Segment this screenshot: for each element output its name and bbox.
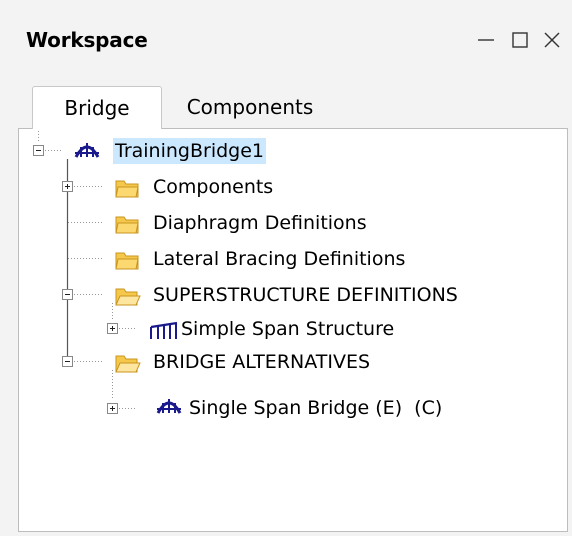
tree-node-simple-span-structure[interactable]: Simple Span Structure [181,316,394,342]
expander-components[interactable] [62,181,73,192]
open-folder-icon [115,288,141,306]
tree-node-diaphragm-definitions[interactable]: Diaphragm Definitions [153,210,367,236]
expander-bridge-alternatives[interactable] [62,356,73,367]
close-button[interactable] [532,18,572,62]
tree-node-lateral-bracing-definitions[interactable]: Lateral Bracing Definitions [153,246,405,272]
expander-root[interactable] [33,145,44,156]
truss-icon [150,321,178,339]
tree-node-bridge-alternatives[interactable]: BRIDGE ALTERNATIVES [153,349,370,375]
expander-superstructure[interactable] [62,289,73,300]
close-icon [544,32,560,48]
tree-node-superstructure-definitions[interactable]: SUPERSTRUCTURE DEFINITIONS [153,282,458,308]
tree-node-root[interactable]: TrainingBridge1 [113,138,266,164]
bridge-icon [74,143,100,158]
expander-single-span-bridge[interactable] [107,403,118,414]
folder-icon [115,252,139,270]
tab-components[interactable]: Components [170,86,330,128]
tree-panel: TrainingBridge1 Components Diaphragm Def… [18,128,568,532]
window-titlebar: Workspace [0,0,572,84]
tab-bridge[interactable]: Bridge [32,86,162,129]
tree-node-components[interactable]: Components [153,174,273,200]
expander-simple-span[interactable] [107,323,118,334]
window-title: Workspace [26,28,148,52]
maximize-icon [512,32,528,48]
open-folder-icon [115,355,141,373]
minimize-icon [478,39,494,41]
bridge-icon [156,399,182,414]
folder-icon [115,216,139,234]
folder-icon [115,180,139,198]
tree-node-single-span-bridge[interactable]: Single Span Bridge (E) (C) [189,395,442,421]
